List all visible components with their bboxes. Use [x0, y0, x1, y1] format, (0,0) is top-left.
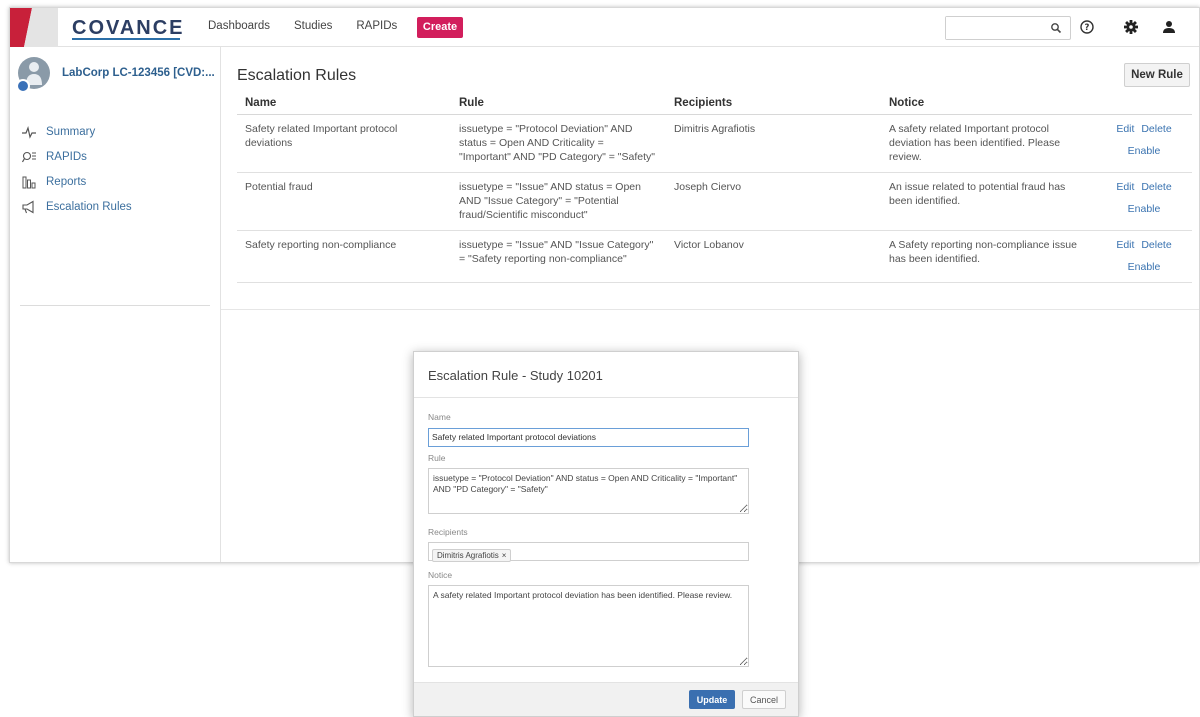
rule-recipients-cell: Joseph Ciervo [666, 172, 881, 231]
column-header-name: Name [237, 91, 451, 115]
study-avatar [16, 57, 50, 93]
search-icon[interactable] [1050, 22, 1062, 34]
nav-studies[interactable]: Studies [294, 20, 332, 32]
svg-text:?: ? [1085, 23, 1090, 33]
name-label: Name [428, 412, 451, 422]
enable-link[interactable]: Enable [1128, 144, 1161, 158]
megaphone-icon [22, 200, 34, 213]
study-title[interactable]: LabCorp LC-123456 [CVD:... [62, 67, 215, 79]
rule-label: Rule [428, 452, 446, 463]
pulse-icon [22, 125, 36, 139]
bar-chart-icon [22, 176, 36, 188]
dialog-footer: Update Cancel [414, 682, 798, 716]
tag-remove-icon[interactable]: × [502, 551, 507, 560]
rule-expression-cell: issuetype = "Protocol Deviation" AND sta… [451, 114, 666, 173]
sidebar-item-reports[interactable]: Reports [22, 169, 132, 194]
rule-expression-cell: issuetype = "Issue" AND status = Open AN… [451, 172, 666, 231]
column-header-actions [1096, 91, 1192, 115]
avatar-badge [16, 79, 30, 93]
column-header-rule: Rule [451, 91, 666, 115]
delete-link[interactable]: Delete [1141, 180, 1171, 194]
enable-link[interactable]: Enable [1128, 260, 1161, 274]
row-actions: Edit Delete Enable [1096, 114, 1192, 173]
cancel-button[interactable]: Cancel [742, 690, 786, 709]
enable-link[interactable]: Enable [1128, 202, 1161, 216]
edit-link[interactable]: Edit [1116, 238, 1134, 252]
new-rule-button[interactable]: New Rule [1124, 63, 1190, 87]
sidebar-menu: Summary RAPIDs Reports Escalation Rules [22, 119, 132, 219]
sidebar: LabCorp LC-123456 [CVD:... Summary RAPID… [10, 47, 221, 562]
row-actions: Edit Delete Enable [1096, 230, 1192, 283]
study-header[interactable]: LabCorp LC-123456 [CVD:... [16, 57, 215, 93]
sidebar-item-escalation-rules[interactable]: Escalation Rules [22, 194, 132, 219]
sidebar-item-summary[interactable]: Summary [22, 119, 132, 144]
sidebar-item-label: Escalation Rules [46, 200, 132, 213]
rule-name-cell: Safety reporting non-compliance [237, 230, 451, 283]
brand-underline [72, 38, 180, 40]
name-field[interactable] [428, 427, 749, 447]
search-box [945, 16, 1071, 40]
search-input[interactable] [946, 17, 1046, 39]
delete-link[interactable]: Delete [1141, 238, 1171, 252]
main-content: Escalation Rules New Rule Name Rule Reci… [221, 47, 1199, 310]
create-button[interactable]: Create [417, 17, 463, 38]
help-icon[interactable]: ? [1078, 18, 1096, 36]
sidebar-item-rapids[interactable]: RAPIDs [22, 144, 132, 169]
rule-notice-cell: An issue related to potential fraud has … [881, 172, 1096, 231]
brand-logo[interactable]: COVANCE [72, 17, 185, 40]
rule-notice-cell: A safety related Important protocol devi… [881, 114, 1096, 173]
user-icon[interactable] [1160, 18, 1178, 36]
column-header-recipients: Recipients [666, 91, 881, 115]
covance-logo-mark-icon [10, 8, 58, 47]
rule-name-cell: Safety related Important protocol deviat… [237, 114, 451, 173]
top-navbar: COVANCE Dashboards Studies RAPIDs Create… [10, 8, 1199, 47]
column-header-notice: Notice [881, 91, 1096, 115]
rule-expression-cell: issuetype = "Issue" AND "Issue Category"… [451, 230, 666, 283]
edit-link[interactable]: Edit [1116, 180, 1134, 194]
gear-icon[interactable] [1122, 18, 1140, 36]
nav-rapids[interactable]: RAPIDs [356, 20, 397, 32]
notice-label: Notice [428, 569, 453, 580]
notice-field[interactable]: A safety related Important protocol devi… [428, 584, 749, 667]
table-row: Safety reporting non-compliance issuetyp… [237, 230, 1192, 283]
recipient-tag: Dimitris Agrafiotis × [432, 548, 512, 562]
delete-link[interactable]: Delete [1141, 122, 1171, 136]
rule-field[interactable]: issuetype = "Protocol Deviation" AND sta… [428, 467, 749, 514]
main-nav: Dashboards Studies RAPIDs [208, 20, 421, 32]
update-button[interactable]: Update [689, 690, 735, 709]
edit-link[interactable]: Edit [1116, 122, 1134, 136]
recipients-field[interactable]: Dimitris Agrafiotis × [428, 541, 749, 562]
recipients-label: Recipients [428, 526, 468, 537]
rule-notice-cell: A Safety reporting non-compliance issue … [881, 230, 1096, 283]
table-row: Safety related Important protocol deviat… [237, 114, 1192, 173]
rule-recipients-cell: Dimitris Agrafiotis [666, 114, 881, 173]
escalation-rule-dialog: Escalation Rule - Study 10201 Name Rule … [413, 351, 799, 717]
escalation-rules-table: Name Rule Recipients Notice Safety relat… [237, 91, 1192, 283]
rapids-icon [22, 151, 36, 162]
rule-recipients-cell: Victor Lobanov [666, 230, 881, 283]
dialog-title: Escalation Rule - Study 10201 [414, 352, 798, 398]
sidebar-divider [20, 305, 210, 306]
table-row: Potential fraud issuetype = "Issue" AND … [237, 172, 1192, 231]
sidebar-item-label: Reports [46, 175, 87, 188]
rule-name-cell: Potential fraud [237, 172, 451, 231]
sidebar-item-label: RAPIDs [46, 150, 87, 163]
page-title: Escalation Rules [237, 67, 357, 84]
recipient-tag-label: Dimitris Agrafiotis [437, 550, 499, 560]
sidebar-item-label: Summary [46, 125, 96, 138]
row-actions: Edit Delete Enable [1096, 172, 1192, 231]
nav-dashboards[interactable]: Dashboards [208, 20, 270, 32]
table-header-row: Name Rule Recipients Notice [237, 91, 1192, 115]
dialog-body: Name Rule issuetype = "Protocol Deviatio… [414, 398, 798, 672]
